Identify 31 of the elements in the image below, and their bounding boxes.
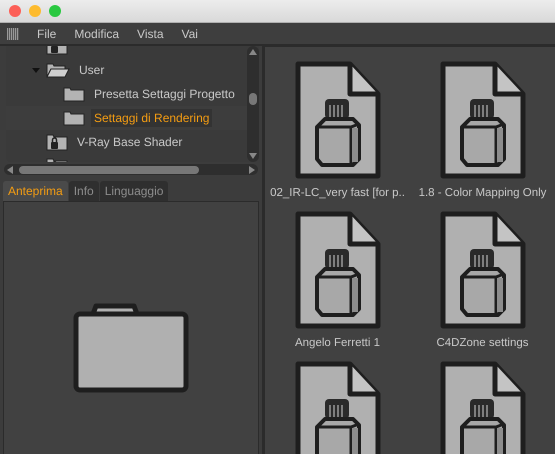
- zoom-button[interactable]: [49, 5, 61, 17]
- file-name[interactable]: 02_IR-LC_very fast [for p..: [270, 187, 405, 199]
- tab[interactable]: Info: [68, 181, 99, 201]
- grip-icon[interactable]: [7, 28, 19, 40]
- document-bottle-icon: [440, 61, 526, 179]
- document-bottle-icon: [294, 211, 380, 329]
- document-bottle-icon: [294, 61, 380, 179]
- close-button[interactable]: [9, 5, 21, 17]
- folder-icon: [73, 303, 189, 393]
- menu-item[interactable]: Modifica: [74, 26, 120, 40]
- folder-icon: [63, 110, 85, 126]
- menu-item[interactable]: Vista: [137, 26, 164, 40]
- document-bottle-icon: [440, 211, 526, 329]
- file-name[interactable]: C4DZone settings: [436, 337, 529, 349]
- locked-folder-icon: [46, 133, 68, 151]
- expand-triangle-icon[interactable]: [32, 68, 40, 72]
- file-name[interactable]: Angelo Ferretti 1: [294, 337, 380, 349]
- tab[interactable]: Anteprima: [3, 181, 68, 201]
- tree-item[interactable]: Presetta Settaggi Progetto: [91, 85, 238, 103]
- menu-item[interactable]: Vai: [182, 26, 198, 40]
- open-folder-icon: [46, 62, 70, 78]
- tree-item[interactable]: User: [76, 61, 108, 79]
- vertical-scrollbar[interactable]: [247, 46, 259, 162]
- tree-item[interactable]: Settaggi di Rendering: [91, 109, 212, 127]
- folder-icon: [63, 86, 85, 102]
- file-name[interactable]: 1.8 - Color Mapping Only: [418, 187, 546, 199]
- tab[interactable]: Linguaggio: [100, 181, 168, 201]
- horizontal-scrollbar[interactable]: [4, 164, 258, 175]
- tree-item[interactable]: V-Ray Base Shader: [74, 133, 186, 151]
- minimize-button[interactable]: [29, 5, 41, 17]
- menu-item[interactable]: File: [37, 26, 56, 40]
